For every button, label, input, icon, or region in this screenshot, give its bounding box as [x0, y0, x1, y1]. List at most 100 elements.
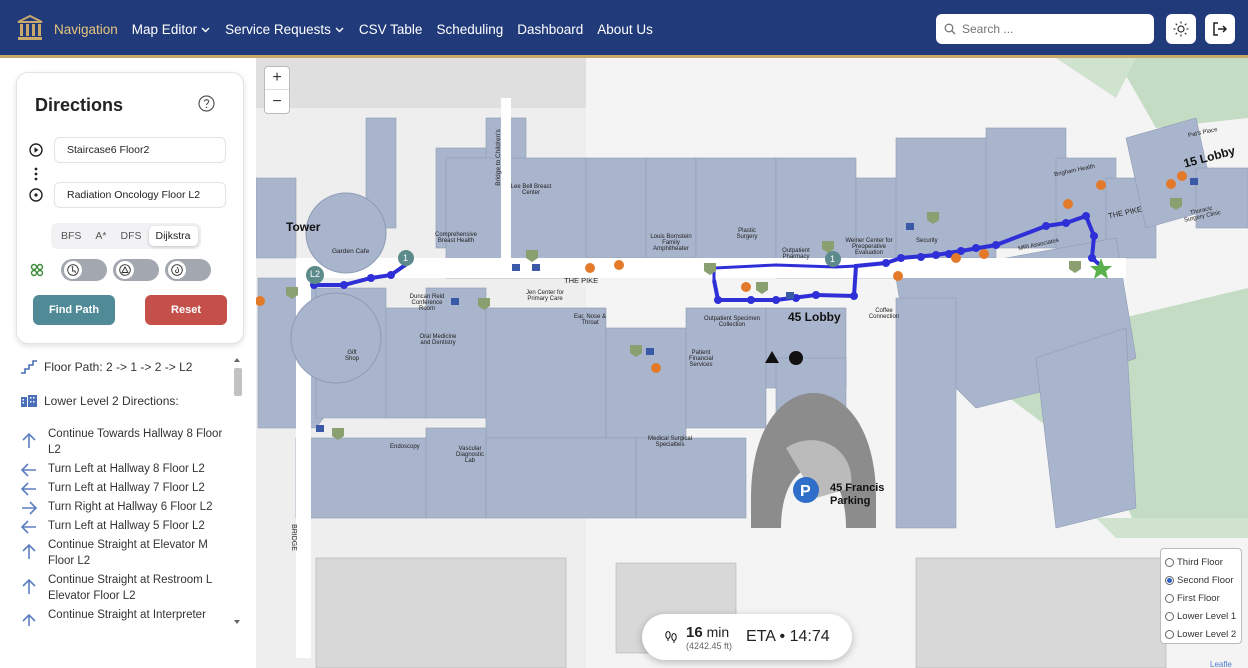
- floor-option-label: First Floor: [1177, 592, 1220, 604]
- direction-step: Turn Left at Hallway 8 Floor L2: [20, 461, 228, 477]
- direction-step-text: Turn Right at Hallway 6 Floor L2: [48, 501, 213, 513]
- floor-option-lower-level-2[interactable]: Lower Level 2: [1165, 625, 1237, 643]
- search-icon: [944, 23, 956, 35]
- floor-option-first-floor[interactable]: First Floor: [1165, 589, 1237, 607]
- nav-label: Scheduling: [436, 21, 504, 37]
- direction-step: Turn Right at Hallway 6 Floor L2: [20, 499, 228, 515]
- nav-about-us[interactable]: About Us: [597, 22, 653, 37]
- direction-step: Continue Straight at Restroom L Elevator…: [20, 572, 228, 604]
- hospital-logo-icon[interactable]: [16, 14, 44, 42]
- end-location-row: Radiation Oncology Floor L2: [29, 182, 226, 208]
- zoom-out-button[interactable]: −: [265, 90, 289, 113]
- plastic-surgery-label: Plastic Surgery: [736, 228, 758, 240]
- bridge-childrens-label: Bridge to Children's: [494, 129, 502, 186]
- radio-button[interactable]: [1165, 611, 1174, 621]
- jen-center-label: Jen Center for Primary Care: [525, 290, 565, 302]
- floor-option-label: Lower Level 2: [1177, 628, 1237, 640]
- algorithm-bfs[interactable]: BFS: [54, 226, 88, 246]
- algorithm-dfs[interactable]: DFS: [114, 226, 149, 246]
- level-heading-row: Lower Level 2 Directions:: [20, 390, 228, 412]
- endoscopy-label: Endoscopy: [390, 444, 420, 450]
- help-icon[interactable]: [198, 95, 215, 112]
- floor-path-row: Floor Path: 2 -> 1 -> 2 -> L2: [20, 356, 228, 378]
- eta-unit: min: [706, 623, 730, 640]
- nav-navigation[interactable]: Navigation: [54, 22, 118, 37]
- nav-label: Service Requests: [225, 21, 331, 37]
- leaflet-attribution[interactable]: Leafle: [1210, 660, 1232, 668]
- floor-selector: Third Floor Second Floor First Floor Lower …: [1160, 548, 1242, 644]
- lee-bell-label: Lee Bell Breast Center: [510, 184, 552, 196]
- arrow-right-icon: [22, 501, 38, 515]
- direction-step-text: Continue Straight at Restroom L Elevator…: [48, 574, 212, 602]
- fire-icon: [171, 264, 183, 276]
- floor-marker-1: 1: [403, 253, 409, 263]
- find-path-button[interactable]: Find Path: [33, 295, 115, 325]
- sun-icon: [1173, 21, 1189, 37]
- tower-label: Tower: [286, 220, 321, 234]
- floor-option-label: Lower Level 1: [1177, 610, 1237, 622]
- outpatient-pharmacy-label: Outpatient Pharmacy: [782, 248, 810, 260]
- start-location-input[interactable]: Staircase6 Floor2: [54, 137, 226, 163]
- floor-option-second-floor[interactable]: Second Floor: [1165, 571, 1237, 589]
- nav-csv-table[interactable]: CSV Table: [359, 22, 423, 37]
- radio-button[interactable]: [1165, 629, 1174, 639]
- nav-scheduling[interactable]: Scheduling: [436, 22, 503, 37]
- scroll-thumb[interactable]: [234, 368, 242, 396]
- floor-marker-2: 1: [830, 254, 836, 264]
- stairs-icon: [21, 360, 37, 374]
- left-panel: Directions Staircase6 Floor2 Radiation O…: [0, 58, 256, 668]
- arrow-up-icon: [22, 432, 36, 448]
- chevron-down-icon: [335, 27, 344, 32]
- search-box[interactable]: [936, 14, 1154, 44]
- direction-step-text: Continue Straight at Elevator M Floor L2: [48, 539, 208, 567]
- scroll-up-icon[interactable]: [232, 356, 242, 364]
- direction-step: Continue Straight at Elevator M Floor L2: [20, 537, 228, 569]
- radio-button[interactable]: [1165, 593, 1174, 603]
- direction-step-text: Turn Left at Hallway 8 Floor L2: [48, 463, 205, 475]
- search-input[interactable]: [962, 22, 1132, 36]
- nav-label: About Us: [597, 21, 653, 37]
- duncan-reid-label: Duncan Reid Conference Room: [409, 294, 445, 312]
- direction-step-text: Turn Left at Hallway 5 Floor L2: [48, 520, 205, 532]
- nav-links: Navigation Map Editor Service Requests CSV …: [54, 0, 653, 58]
- eta-duration: 16 min (4242.45 ft): [686, 624, 732, 651]
- radio-button[interactable]: [1165, 557, 1174, 567]
- gift-shop-label: Gift Shop: [344, 350, 359, 362]
- building-icon: [21, 395, 37, 407]
- map-view[interactable]: P Tower 45 Lobby 15 Lobby 45 Francis Par…: [256, 58, 1248, 668]
- directions-list: Floor Path: 2 -> 1 -> 2 -> L2 Lower Leve…: [20, 354, 228, 626]
- algorithm-selector: BFS A* DFS Dijkstra: [51, 223, 201, 249]
- logout-icon: [1213, 22, 1228, 36]
- direction-step: Continue Towards Hallway 8 Floor L2: [20, 426, 228, 458]
- chevron-down-icon: [201, 27, 210, 32]
- oral-medicine-label: Oral Medicine and Dentistry: [419, 334, 457, 346]
- directions-scrollbar[interactable]: [232, 356, 242, 628]
- logout-button[interactable]: [1205, 14, 1235, 44]
- settings-cluster-icon: [30, 263, 44, 277]
- radio-button[interactable]: [1165, 575, 1174, 585]
- l2-marker-label: L2: [310, 269, 321, 279]
- bridge-label: BRIDGE: [289, 524, 297, 551]
- nav-map-editor[interactable]: Map Editor: [132, 22, 211, 37]
- med-surg-label: Medical Surgical Specialties: [647, 436, 693, 448]
- algorithm-a-star[interactable]: A*: [88, 226, 113, 246]
- wheelchair-toggle[interactable]: [61, 259, 107, 281]
- end-location-input[interactable]: Radiation Oncology Floor L2: [54, 182, 226, 208]
- nav-service-requests[interactable]: Service Requests: [225, 22, 345, 37]
- hazard-toggle[interactable]: [113, 259, 159, 281]
- destination-icon: [29, 188, 43, 202]
- floor-option-third-floor[interactable]: Third Floor: [1165, 553, 1237, 571]
- scroll-down-icon[interactable]: [232, 618, 242, 626]
- level-heading-text: Lower Level 2 Directions:: [44, 394, 179, 408]
- zoom-in-button[interactable]: +: [265, 67, 289, 90]
- theme-toggle-button[interactable]: [1166, 14, 1196, 44]
- floor-option-lower-level-1[interactable]: Lower Level 1: [1165, 607, 1237, 625]
- arrow-left-icon: [20, 482, 36, 496]
- floor-option-label: Third Floor: [1177, 556, 1223, 568]
- stairs-toggle[interactable]: [165, 259, 211, 281]
- reset-button[interactable]: Reset: [145, 295, 227, 325]
- algorithm-dijkstra[interactable]: Dijkstra: [148, 226, 198, 246]
- nav-dashboard[interactable]: Dashboard: [517, 22, 583, 37]
- footsteps-icon: [665, 630, 677, 643]
- wheelchair-icon: [67, 264, 79, 276]
